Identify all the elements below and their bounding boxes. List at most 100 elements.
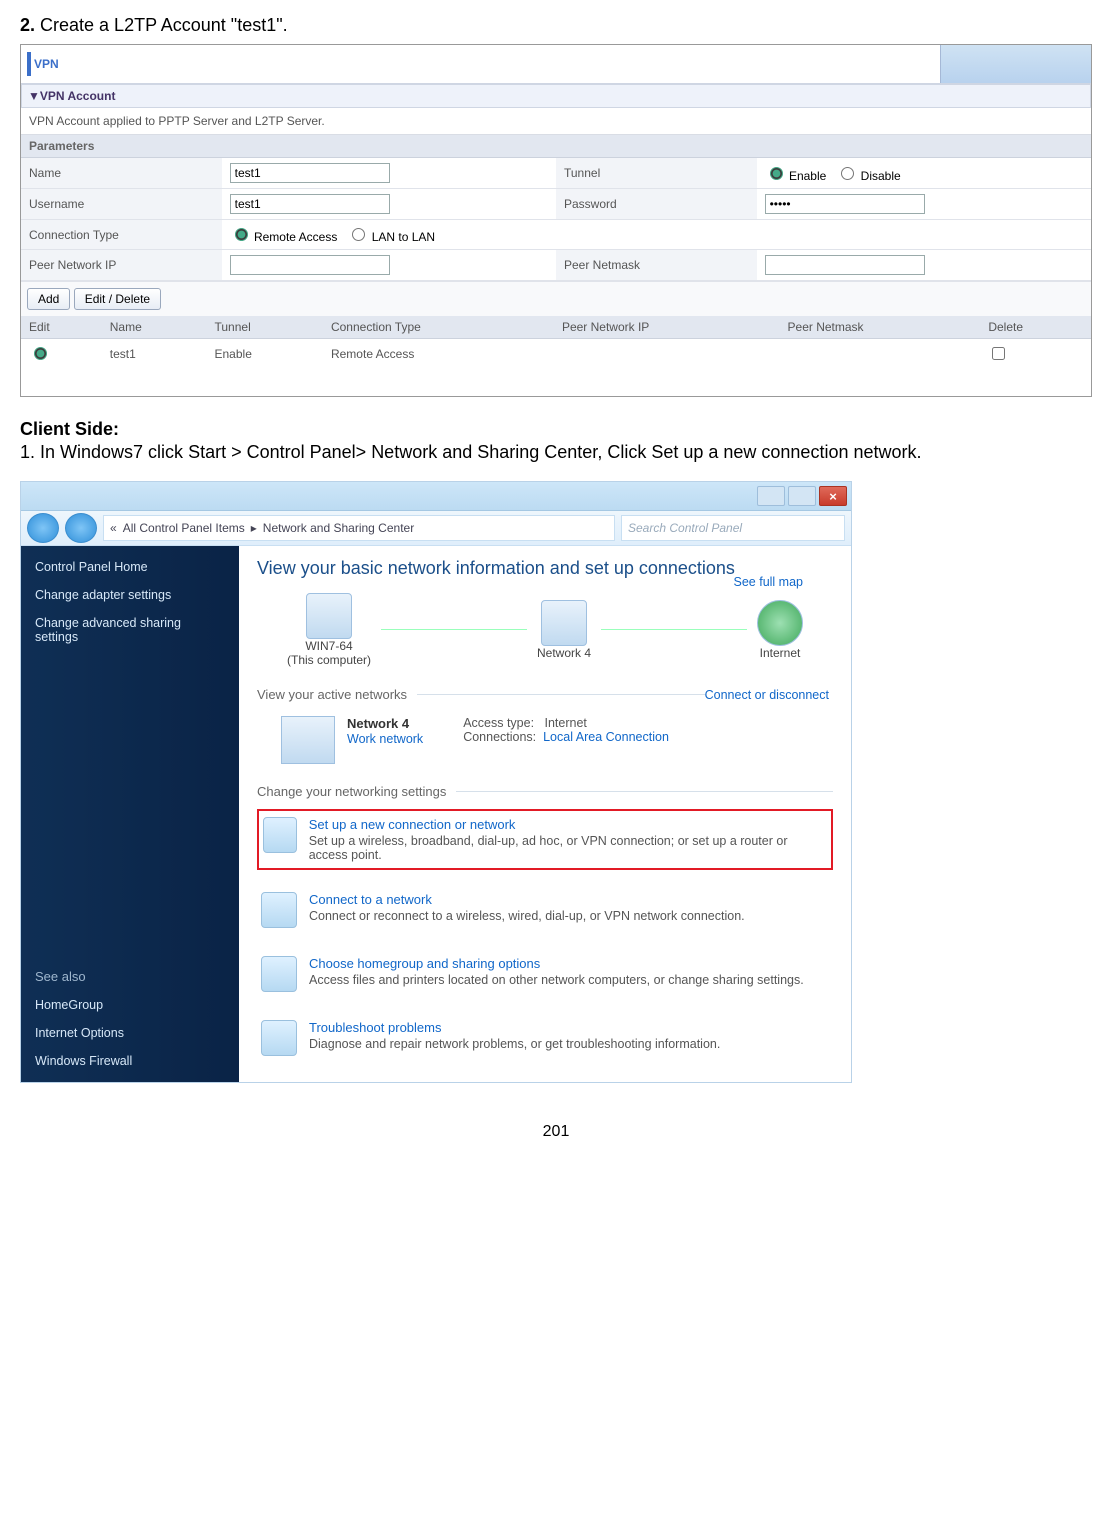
opt-hg-desc: Access files and printers located on oth… — [309, 973, 804, 987]
th-name: Name — [102, 316, 207, 339]
cs-text: 1. In Windows7 click — [20, 442, 188, 462]
setup-connection-icon — [263, 817, 297, 853]
add-button[interactable]: Add — [27, 288, 70, 310]
change-settings-head: Change your networking settings — [257, 784, 446, 799]
row-select[interactable] — [34, 347, 47, 360]
cs-setup: Set up a new connection network — [651, 442, 916, 462]
cs-gt2: > — [356, 442, 372, 462]
lbl-enable: Enable — [789, 169, 826, 183]
radio-remote[interactable] — [235, 228, 248, 241]
lbl-peerip: Peer Network IP — [21, 250, 222, 281]
bc-sep-icon: ▸ — [251, 521, 257, 535]
connect-disconnect-link[interactable]: Connect or disconnect — [705, 688, 829, 702]
cs-start: Start — [188, 442, 226, 462]
cs-period: . — [917, 442, 922, 462]
computer-sublabel: (This computer) — [287, 653, 371, 667]
lbl-password: Password — [556, 189, 757, 220]
option-homegroup[interactable]: Choose homegroup and sharing options Acc… — [257, 950, 833, 998]
input-peermask[interactable] — [765, 255, 925, 275]
vpn-grid: Edit Name Tunnel Connection Type Peer Ne… — [21, 316, 1091, 368]
bc-item1[interactable]: All Control Panel Items — [123, 521, 245, 535]
table-row: test1 Enable Remote Access — [21, 339, 1091, 369]
see-full-map-link[interactable]: See full map — [734, 575, 803, 589]
vpn-title: VPN — [34, 57, 59, 71]
edit-delete-button[interactable]: Edit / Delete — [74, 288, 161, 310]
access-type-lbl: Access type: — [463, 716, 534, 730]
homegroup-icon — [261, 956, 297, 992]
input-username[interactable] — [230, 194, 390, 214]
row-delete-checkbox[interactable] — [992, 347, 1005, 360]
lbl-conntype: Connection Type — [21, 220, 222, 250]
option-troubleshoot[interactable]: Troubleshoot problems Diagnose and repai… — [257, 1014, 833, 1062]
opt-conn-title: Connect to a network — [309, 892, 745, 907]
computer-icon — [306, 593, 352, 639]
cs-click: Click — [602, 442, 651, 462]
sidebar-seealso: See also — [35, 969, 225, 984]
win7-window: × « All Control Panel Items ▸ Network an… — [20, 481, 852, 1083]
breadcrumb[interactable]: « All Control Panel Items ▸ Network and … — [103, 515, 615, 541]
minimize-button[interactable] — [757, 486, 785, 506]
opt-hg-title: Choose homegroup and sharing options — [309, 956, 804, 971]
forward-button[interactable] — [65, 513, 97, 543]
client-step1: 1. In Windows7 click Start > Control Pan… — [20, 442, 1092, 463]
radio-lan[interactable] — [352, 228, 365, 241]
bc-item2[interactable]: Network and Sharing Center — [263, 521, 414, 535]
radio-enable[interactable] — [770, 167, 783, 180]
vpn-section-head[interactable]: ▼VPN Account — [21, 84, 1091, 108]
th-conn: Connection Type — [323, 316, 554, 339]
lbl-tunnel: Tunnel — [556, 158, 757, 189]
th-peerip: Peer Network IP — [554, 316, 780, 339]
sidebar-advanced[interactable]: Change advanced sharing settings — [35, 616, 225, 644]
input-password[interactable] — [765, 194, 925, 214]
radio-disable[interactable] — [841, 167, 854, 180]
win7-sidebar: Control Panel Home Change adapter settin… — [21, 546, 239, 1082]
sidebar-cp-home[interactable]: Control Panel Home — [35, 560, 225, 574]
cs-nsc: Network and Sharing Center, — [371, 442, 602, 462]
back-button[interactable] — [27, 513, 59, 543]
win7-navbar: « All Control Panel Items ▸ Network and … — [21, 511, 851, 546]
opt-setup-title: Set up a new connection or network — [309, 817, 827, 832]
option-setup-connection[interactable]: Set up a new connection or network Set u… — [257, 809, 833, 870]
opt-tr-desc: Diagnose and repair network problems, or… — [309, 1037, 720, 1051]
close-button[interactable]: × — [819, 486, 847, 506]
connections-lbl: Connections: — [463, 730, 536, 744]
internet-label: Internet — [760, 646, 801, 660]
cs-gt1: > — [226, 442, 247, 462]
page-number: 201 — [20, 1123, 1092, 1141]
sidebar-internetoptions[interactable]: Internet Options — [35, 1026, 225, 1040]
vpn-bar-icon — [27, 52, 31, 76]
lan-connection-link[interactable]: Local Area Connection — [543, 730, 669, 744]
computer-label: WIN7-64 — [305, 639, 352, 653]
step2-prefix: 2. — [20, 15, 35, 35]
troubleshoot-icon — [261, 1020, 297, 1056]
cell-tunnel: Enable — [207, 339, 323, 369]
vpn-caption: VPN Account applied to PPTP Server and L… — [21, 108, 1091, 135]
search-input[interactable]: Search Control Panel — [621, 515, 845, 541]
sidebar-adapter[interactable]: Change adapter settings — [35, 588, 225, 602]
sidebar-firewall[interactable]: Windows Firewall — [35, 1054, 225, 1068]
opt-tr-title: Troubleshoot problems — [309, 1020, 720, 1035]
th-delete: Delete — [980, 316, 1091, 339]
opt-conn-desc: Connect or reconnect to a wireless, wire… — [309, 909, 745, 923]
cs-cp: Control Panel — [247, 442, 356, 462]
connect-network-icon — [261, 892, 297, 928]
cell-conn: Remote Access — [323, 339, 554, 369]
network4-icon — [281, 716, 335, 764]
option-connect-network[interactable]: Connect to a network Connect or reconnec… — [257, 886, 833, 934]
input-peerip[interactable] — [230, 255, 390, 275]
bc-arrow-icon: « — [110, 521, 117, 535]
lbl-remote: Remote Access — [254, 230, 337, 244]
lbl-username: Username — [21, 189, 222, 220]
sidebar-homegroup[interactable]: HomeGroup — [35, 998, 225, 1012]
network4-name: Network 4 — [347, 716, 409, 731]
cell-peermask — [780, 339, 981, 369]
client-side-head: Client Side: — [20, 419, 1092, 440]
th-edit: Edit — [21, 316, 102, 339]
cell-name: test1 — [102, 339, 207, 369]
win7-main: View your basic network information and … — [239, 546, 851, 1082]
vpn-parameters-head: Parameters — [21, 135, 1091, 158]
maximize-button[interactable] — [788, 486, 816, 506]
work-network-link[interactable]: Work network — [347, 732, 423, 746]
lbl-disable: Disable — [861, 169, 901, 183]
input-name[interactable] — [230, 163, 390, 183]
